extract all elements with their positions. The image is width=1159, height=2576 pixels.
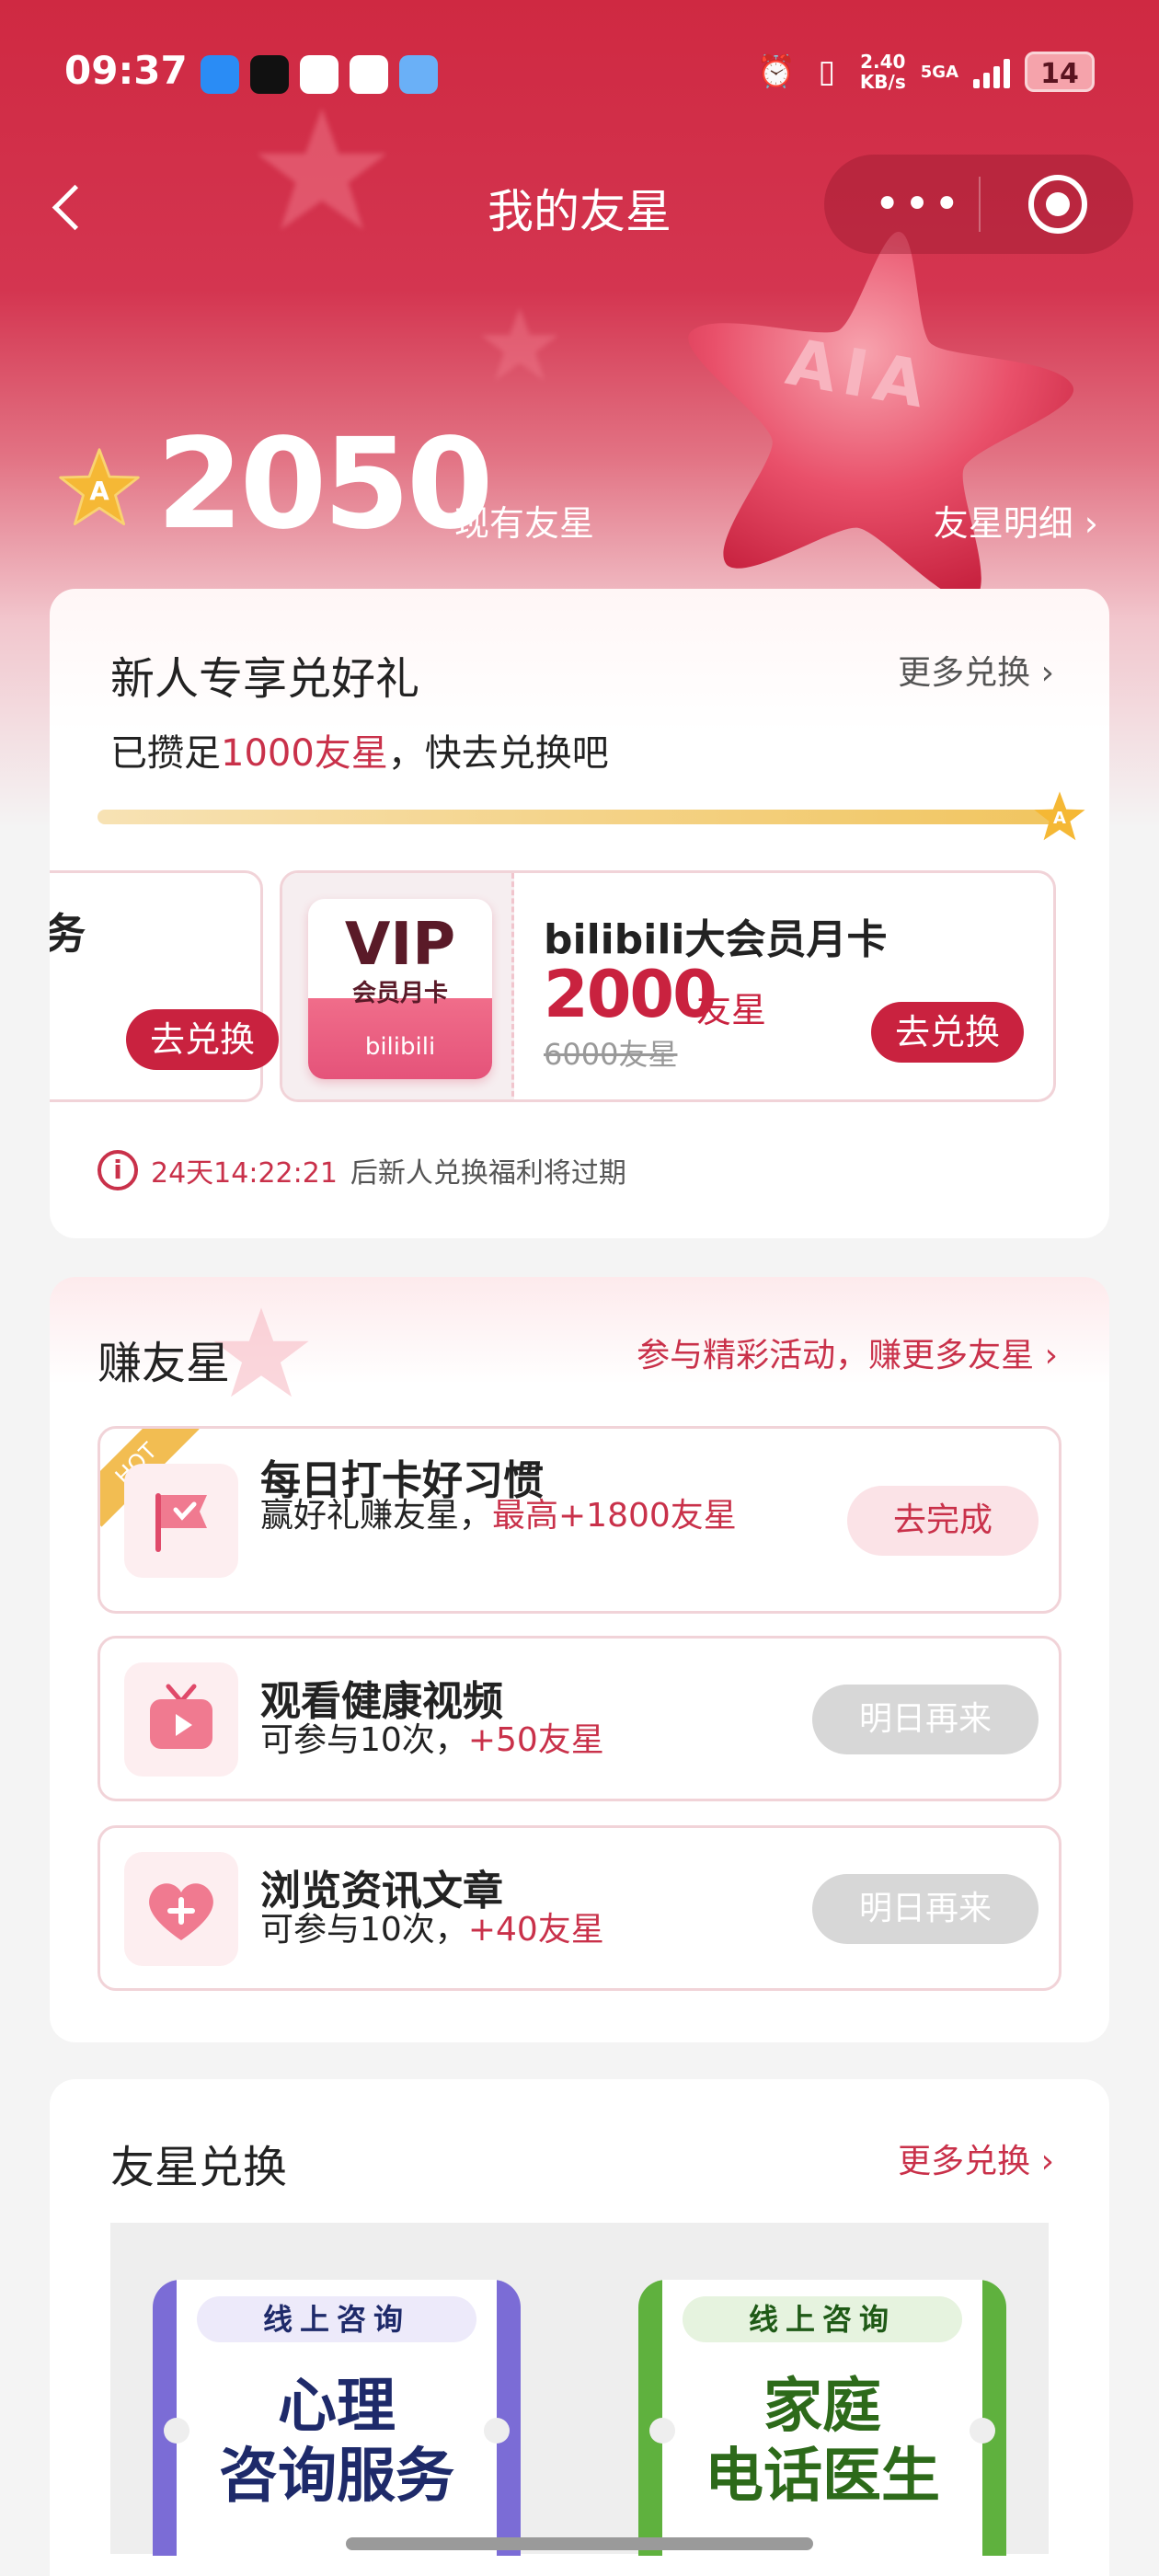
exchange-item-paper: 线上咨询 家庭 电话医生 (662, 2280, 982, 2556)
newcomer-progress-bar (98, 810, 1063, 824)
earn-stars-card: 赚友星 参与精彩活动，赚更多友星 › HOT 每日打卡好习惯 赢好礼赚友星，最高… (50, 1277, 1109, 2042)
gift-price: 2000 (544, 957, 717, 1032)
exchange-tag: 线上咨询 (197, 2296, 476, 2342)
redeem-button[interactable]: 去兑换 (871, 1002, 1024, 1063)
status-bar: 09:37 ⏰ ▯ 2.40 KB/s 5GA 14 (64, 48, 1095, 103)
gift-item-partial: 务 去兑换 (50, 870, 279, 1102)
newcomer-sub-highlight: 1000友星 (221, 732, 388, 775)
exchange-title-line2: 咨询服务 (219, 2443, 454, 2511)
battery-level: 14 (1025, 52, 1095, 92)
task-desc-prefix: 可参与10次， (260, 1911, 468, 1949)
vip-brand: bilibili (364, 1033, 436, 1061)
vip-card-image: VIP 会员月卡 bilibili (308, 899, 492, 1079)
exchange-title-line1: 心理 (278, 2373, 396, 2441)
status-right: ⏰ ▯ 2.40 KB/s 5GA 14 (757, 52, 1095, 92)
network-speed: 2.40 KB/s (860, 52, 906, 92)
home-indicator[interactable] (346, 2537, 813, 2550)
gift-old-price: 6000友星 (544, 1037, 678, 1072)
task-desc-prefix: 赢好礼赚友星， (260, 1497, 493, 1535)
exchange-item[interactable]: 线上咨询 家庭 电话医生 (638, 2280, 1006, 2556)
star-detail-link[interactable]: 友星明细 › (934, 495, 1098, 546)
app-notification-icon (300, 55, 339, 94)
vip-sub-label: 会员月卡 (351, 980, 448, 1007)
exchange-title-line2: 电话医生 (705, 2443, 940, 2511)
earn-title: 赚友星 (98, 1338, 231, 1389)
exchange-item[interactable]: 线上咨询 心理 咨询服务 (153, 2280, 521, 2556)
more-menu-button[interactable]: ••• (868, 173, 970, 236)
task-desc: 赢好礼赚友星，最高+1800友星 (260, 1495, 739, 1537)
svg-text:A: A (1053, 809, 1066, 828)
exchange-item-paper: 线上咨询 心理 咨询服务 (177, 2280, 497, 2556)
task-item: HOT 每日打卡好习惯 赢好礼赚友星，最高+1800友星 去完成 (98, 1426, 1061, 1614)
expire-text: 后新人兑换福利将过期 (350, 1157, 626, 1190)
exchange-title: 友星兑换 (110, 2142, 288, 2193)
task-name: 观看健康视频 (260, 1678, 503, 1725)
flag-check-icon (124, 1464, 238, 1578)
earn-more-link[interactable]: 参与精彩活动，赚更多友星 › (637, 1328, 1058, 1376)
gift-item: VIP 会员月卡 bilibili bilibili大会员月卡 2000 友星 … (280, 870, 1056, 1102)
exchange-item-title: 心理 咨询服务 (177, 2372, 497, 2512)
balance-label: 现有友星 (454, 503, 595, 544)
signal-icon (973, 55, 1010, 88)
exchange-item-title: 家庭 电话医生 (662, 2372, 982, 2512)
exchange-title-line1: 家庭 (763, 2373, 881, 2441)
task-item: 浏览资讯文章 可参与10次，+40友星 明日再来 (98, 1825, 1061, 1991)
close-miniprogram-button[interactable] (1028, 175, 1087, 234)
miniprogram-capsule: ••• (824, 155, 1133, 254)
newcomer-card: 新人专享兑好礼 更多兑换 › 已攒足1000友星，快去兑换吧 A 务 去兑换 V… (50, 589, 1109, 1238)
exchange-tag: 线上咨询 (683, 2296, 962, 2342)
expire-notice: i 24天14:22:21 后新人兑换福利将过期 (98, 1150, 626, 1190)
app-notification-icon (350, 55, 388, 94)
coin-letter: A (89, 476, 109, 506)
speed-unit: KB/s (859, 71, 906, 93)
come-back-tomorrow-button[interactable]: 明日再来 (812, 1685, 1039, 1754)
exchange-more-link[interactable]: 更多兑换 › (898, 2134, 1054, 2182)
task-desc: 可参与10次，+50友星 (260, 1719, 739, 1762)
task-desc-prefix: 可参与10次， (260, 1721, 468, 1759)
complete-task-button[interactable]: 去完成 (847, 1486, 1039, 1556)
heart-plus-icon (124, 1852, 238, 1966)
exchange-card: 友星兑换 更多兑换 › 线上咨询 心理 咨询服务 线上咨询 家庭 电话医生 (50, 2079, 1109, 2576)
task-desc: 可参与10次，+40友星 (260, 1909, 739, 1951)
ticket-notch (649, 2418, 675, 2444)
decor-star-icon (480, 307, 559, 381)
newcomer-title: 新人专享兑好礼 (110, 653, 420, 705)
notification-icons (201, 55, 438, 94)
task-desc-highlight: +40友星 (467, 1911, 604, 1949)
app-notification-icon (201, 55, 239, 94)
status-time: 09:37 (64, 48, 188, 93)
gift-thumbnail: VIP 会员月卡 bilibili (282, 873, 514, 1099)
task-item: 观看健康视频 可参与10次，+50友星 明日再来 (98, 1636, 1061, 1801)
info-icon: i (98, 1150, 138, 1190)
exchange-grid: 线上咨询 心理 咨询服务 线上咨询 家庭 电话医生 (110, 2223, 1049, 2556)
star-balance: 2050 (156, 412, 494, 558)
come-back-tomorrow-button[interactable]: 明日再来 (812, 1874, 1039, 1944)
task-desc-highlight: +50友星 (467, 1721, 604, 1759)
redeem-button[interactable]: 去兑换 (126, 1009, 279, 1070)
expire-countdown: 24天14:22:21 (151, 1157, 338, 1190)
gift-partial-name: 务 (50, 909, 86, 959)
ticket-notch (164, 2418, 189, 2444)
progress-star-icon: A (1034, 791, 1085, 841)
video-tv-icon (124, 1662, 238, 1777)
ticket-notch (484, 2418, 510, 2444)
newcomer-subtitle: 已攒足1000友星，快去兑换吧 (110, 723, 609, 776)
gift-price-unit: 友星 (696, 990, 767, 1030)
newcomer-sub-prefix: 已攒足 (110, 732, 221, 775)
ticket-notch (970, 2418, 995, 2444)
vibrate-icon: ▯ (818, 53, 836, 90)
task-desc-highlight: 最高+1800友星 (492, 1497, 737, 1535)
vip-label: VIP (344, 911, 456, 979)
newcomer-sub-suffix: ，快去兑换吧 (387, 732, 609, 775)
newcomer-more-link[interactable]: 更多兑换 › (898, 646, 1054, 694)
network-type: 5GA (920, 62, 958, 82)
star-coin-icon: A (59, 448, 140, 526)
app-notification-icon (399, 55, 438, 94)
app-notification-icon (250, 55, 289, 94)
capsule-divider (979, 177, 981, 232)
alarm-icon: ⏰ (756, 53, 797, 90)
task-name: 浏览资讯文章 (260, 1868, 503, 1915)
speed-value: 2.40 (860, 51, 906, 73)
